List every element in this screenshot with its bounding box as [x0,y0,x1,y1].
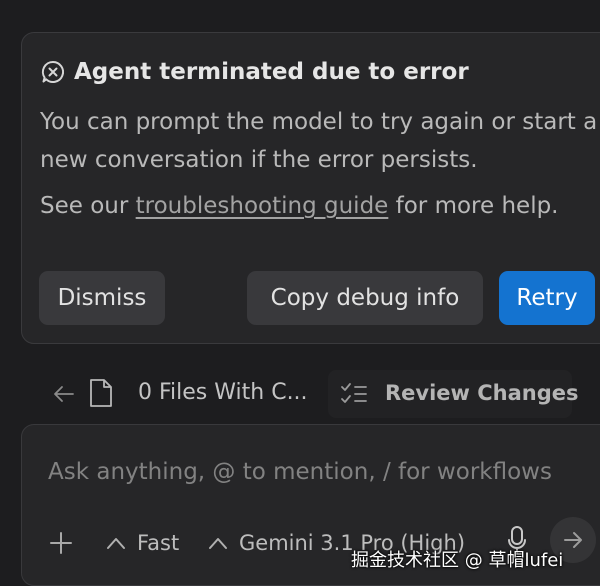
watermark: 掘金技术社区 @ 草帽lufei [351,550,564,571]
arrow-left-icon[interactable] [52,382,76,406]
error-header: Agent terminated due to error [40,59,469,85]
file-icon [90,379,112,407]
checklist-icon [341,383,367,403]
plus-icon[interactable] [49,531,73,555]
help-prefix: See our [40,193,136,219]
error-help-text: See our troubleshooting guide for more h… [40,193,559,219]
troubleshooting-link[interactable]: troubleshooting guide [136,193,389,219]
copy-debug-info-button[interactable]: Copy debug info [247,271,483,325]
error-description: You can prompt the model to try again or… [40,109,598,173]
x-circle-chat-icon [41,60,65,83]
arrow-right-icon [564,532,582,548]
mode-selector[interactable]: Fast [106,531,179,555]
dismiss-button[interactable]: Dismiss [39,271,165,325]
review-changes-label: Review Changes [385,381,579,405]
error-card: Agent terminated due to error You can pr… [21,32,600,344]
retry-button[interactable]: Retry [499,271,595,325]
error-title: Agent terminated due to error [74,59,469,85]
help-suffix: for more help. [388,193,559,219]
chevron-up-icon [107,538,125,549]
files-changed-label[interactable]: 0 Files With C... [138,380,308,405]
review-changes-button[interactable]: Review Changes [328,370,579,418]
chevron-up-icon [209,538,227,549]
chat-input[interactable] [48,455,588,489]
mode-label: Fast [137,531,180,555]
changes-bar: 0 Files With C... Review Changes [0,370,600,418]
